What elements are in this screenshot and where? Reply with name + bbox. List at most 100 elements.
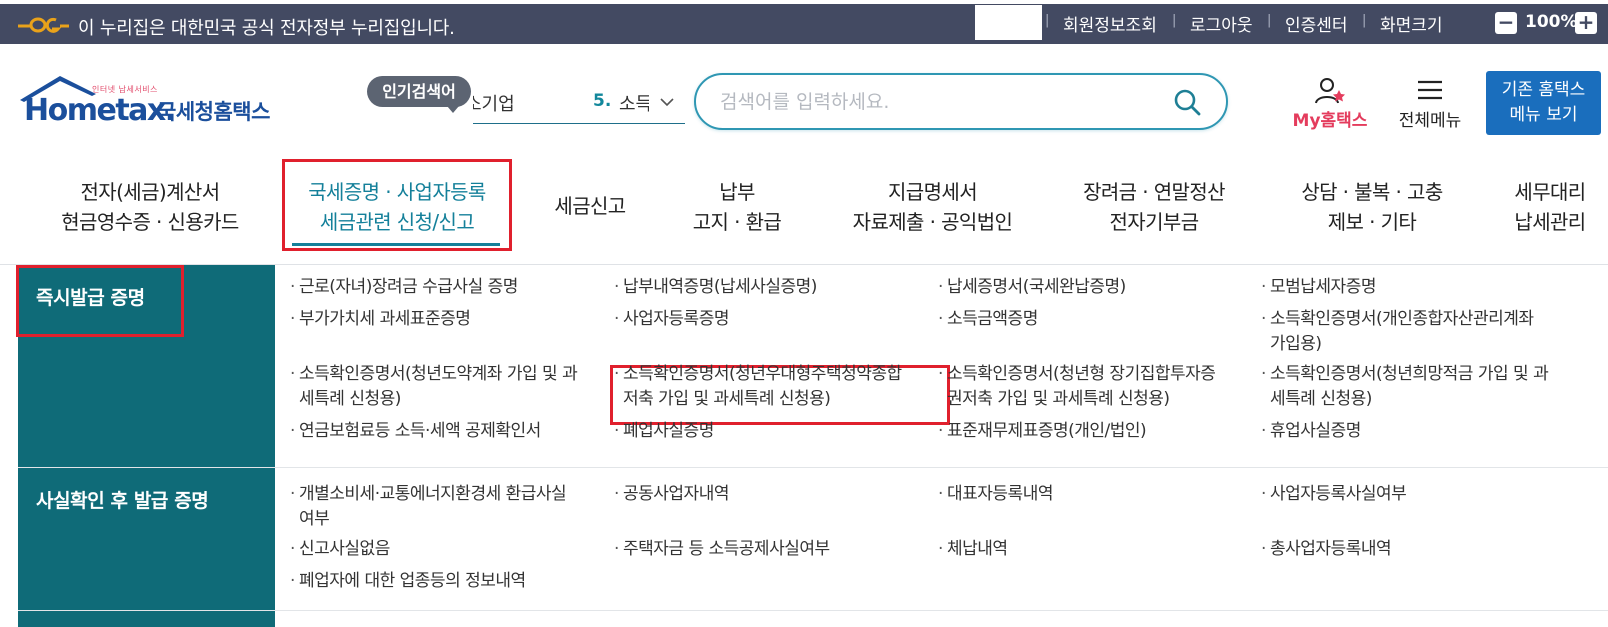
brand-subtitle: 인터넷 납세서비스	[92, 85, 158, 94]
cert-link[interactable]: 사업자등록증명	[614, 307, 933, 332]
cert-link[interactable]: 개별소비세·교통에너지환경세 환급사실 여부	[290, 482, 609, 532]
cert-link[interactable]: 휴업사실증명	[1261, 419, 1590, 444]
cert-link-text: 권저축 가입 및 과세특례 신청용)	[947, 389, 1170, 409]
cert-link[interactable]: 사업자등록사실여부	[1261, 482, 1590, 507]
nav-line2: 고지 · 환급	[692, 210, 782, 234]
cert-link[interactable]: 소득금액증명	[938, 307, 1257, 332]
nav-line1: 세무대리	[1514, 180, 1586, 204]
cert-link[interactable]: 부가가치세 과세표준증명	[290, 307, 609, 332]
nav-line1: 전자(세금)계산서	[80, 180, 220, 204]
cert-link[interactable]: 연금보험료등 소득·세액 공제확인서	[290, 419, 609, 444]
cert-link[interactable]: 폐업자에 대한 업종등의 정보내역	[290, 569, 609, 594]
search-box[interactable]	[694, 73, 1228, 130]
cert-link[interactable]: 납세증명서(국세완납증명)	[938, 275, 1257, 300]
search-input[interactable]	[720, 89, 1160, 115]
nav-active-underline	[292, 243, 500, 246]
nav-item-tax-agent[interactable]: 세무대리 납세관리	[1500, 177, 1600, 237]
section-title[interactable]: 사실확인 후 발급 증명	[36, 486, 209, 513]
popular-search-roller[interactable]: 소기업 5. 소득	[473, 86, 685, 124]
cert-link[interactable]: 소득확인증명서(청년희망적금 가입 및 과 세특례 신청용)	[1261, 362, 1590, 412]
all-menu-label: 전체메뉴	[1398, 111, 1462, 131]
nav-line2: 현금영수증 · 신용카드	[61, 210, 239, 234]
nav-item-certificates[interactable]: 국세증명 · 사업자등록 세금관련 신청/신고	[287, 177, 507, 237]
popular-rank: 5.	[593, 91, 612, 111]
cert-link[interactable]: 소득확인증명서(개인종합자산관리계좌 가입용)	[1261, 307, 1590, 357]
nav-item-payment[interactable]: 납부 고지 · 환급	[672, 177, 802, 237]
cert-link-text: 휴업사실증명	[1270, 421, 1361, 441]
user-suffix: 님	[1018, 16, 1034, 36]
cert-link[interactable]: 신고사실없음	[290, 537, 609, 562]
cert-link-text: 사업자등록증명	[623, 309, 729, 329]
nav-line1: 지급명세서	[888, 180, 978, 204]
popular-prev-word: 소기업	[473, 94, 515, 115]
brand-name[interactable]: 국세청홈택스	[157, 96, 270, 126]
nav-item-statement[interactable]: 지급명세서 자료제출 · 공익법인	[830, 177, 1035, 237]
section-side-panel: 사실확인 후 발급 증명	[18, 468, 275, 610]
my-hometax-button[interactable]: My홈택스	[1287, 76, 1373, 132]
zoom-in-button[interactable]: +	[1575, 12, 1597, 34]
legacy-menu-line1: 기존 홈택스	[1501, 80, 1586, 100]
nav-item-tax-return[interactable]: 세금신고	[530, 191, 650, 221]
chevron-down-icon[interactable]	[659, 92, 675, 112]
section-side-panel	[18, 611, 275, 627]
cert-link-text: 개별소비세·교통에너지환경세 환급사실	[299, 484, 567, 504]
util-separator: |	[1362, 13, 1367, 28]
cert-center-link[interactable]: 인증센터	[1285, 11, 1348, 36]
cert-link[interactable]: 대표자등록내역	[938, 482, 1257, 507]
cert-link[interactable]: 공동사업자내역	[614, 482, 933, 507]
my-hometax-label: My홈택스	[1292, 111, 1368, 131]
nav-item-incentive[interactable]: 장려금 · 연말정산 전자기부금	[1064, 177, 1244, 237]
cert-link-text: 납부내역증명(납세사실증명)	[623, 277, 817, 297]
cert-link-text: 폐업사실증명	[623, 421, 714, 441]
cert-link[interactable]: 근로(자녀)장려금 수급사실 증명	[290, 275, 609, 300]
certificate-content: 즉시발급 증명 근로(자녀)장려금 수급사실 증명 납부내역증명(납세사실증명)…	[16, 265, 1608, 627]
cert-link[interactable]: 납부내역증명(납세사실증명)	[614, 275, 933, 300]
cert-link[interactable]: 총사업자등록내역	[1261, 537, 1590, 562]
cert-link-text: 사업자등록사실여부	[1270, 484, 1407, 504]
cert-link-text: 공동사업자내역	[623, 484, 729, 504]
cert-link[interactable]: 모범납세자증명	[1261, 275, 1590, 300]
cert-link-text: 근로(자녀)장려금 수급사실 증명	[299, 277, 518, 297]
nav-item-invoice[interactable]: 전자(세금)계산서 현금영수증 · 신용카드	[40, 177, 260, 237]
hometax-logo-text: Hometax.	[24, 93, 175, 128]
all-menu-button[interactable]: 전체메뉴	[1390, 76, 1470, 132]
section-instant-issue: 즉시발급 증명 근로(자녀)장려금 수급사실 증명 납부내역증명(납세사실증명)…	[16, 265, 1608, 468]
nav-item-consulting[interactable]: 상담 · 불복 · 고충 제보 · 기타	[1282, 177, 1462, 237]
gov-banner: 이 누리집은 대한민국 공식 전자정부 누리집입니다. 님 | 회원정보조회 |…	[0, 0, 1608, 44]
member-info-link[interactable]: 회원정보조회	[1063, 11, 1157, 36]
hamburger-icon	[1418, 80, 1442, 100]
cert-link[interactable]: 소득확인증명서(청년도약계좌 가입 및 과 세특례 신청용)	[290, 362, 609, 412]
util-separator: |	[1267, 13, 1272, 28]
cert-link[interactable]: 소득확인증명서(청년형 장기집합투자증 권저축 가입 및 과세특례 신청용)	[938, 362, 1257, 412]
cert-link-text: 신고사실없음	[299, 539, 390, 559]
main-nav: 전자(세금)계산서 현금영수증 · 신용카드 국세증명 · 사업자등록 세금관련…	[0, 159, 1608, 265]
cert-link-highlighted[interactable]: 소득확인증명서(청년우대형주택청약종합 저축 가입 및 과세특례 신청용)	[614, 362, 933, 412]
logout-link[interactable]: 로그아웃	[1190, 11, 1253, 36]
screen-size-label: 화면크기	[1380, 16, 1443, 36]
nav-line1: 장려금 · 연말정산	[1083, 180, 1225, 204]
nav-line2: 납세관리	[1514, 210, 1586, 234]
util-separator: |	[1172, 13, 1177, 28]
cert-link[interactable]: 폐업사실증명	[614, 419, 933, 444]
nav-line1: 상담 · 불복 · 고충	[1301, 180, 1443, 204]
cert-link-text: 소득확인증명서(청년형 장기집합투자증	[947, 364, 1216, 384]
nav-line2: 전자기부금	[1109, 210, 1200, 234]
zoom-out-button[interactable]: −	[1495, 12, 1517, 34]
search-icon[interactable]	[1172, 87, 1202, 117]
nav-line2: 세금관련 신청/신고	[319, 210, 475, 234]
cert-link-text: 총사업자등록내역	[1270, 539, 1392, 559]
legacy-menu-button[interactable]: 기존 홈택스 메뉴 보기	[1486, 71, 1601, 135]
popular-search-badge: 인기검색어	[367, 76, 471, 113]
cert-link[interactable]: 주택자금 등 소득공제사실여부	[614, 537, 933, 562]
cert-link-text: 소득확인증명서(개인종합자산관리계좌	[1270, 309, 1534, 329]
cert-link-text: 소득확인증명서(청년희망적금 가입 및 과	[1270, 364, 1549, 384]
cert-link-text: 납세증명서(국세완납증명)	[947, 277, 1126, 297]
section-next	[18, 611, 1608, 627]
nav-line2: 자료제출 · 공익법인	[852, 210, 1013, 234]
cert-link[interactable]: 표준재무제표증명(개인/법인)	[938, 419, 1257, 444]
nav-line2: 제보 · 기타	[1327, 210, 1417, 234]
cert-link[interactable]: 체납내역	[938, 537, 1257, 562]
cert-link-text: 대표자등록내역	[947, 484, 1053, 504]
nav-line1: 세금신고	[554, 194, 626, 218]
popular-word[interactable]: 소득	[619, 90, 649, 116]
